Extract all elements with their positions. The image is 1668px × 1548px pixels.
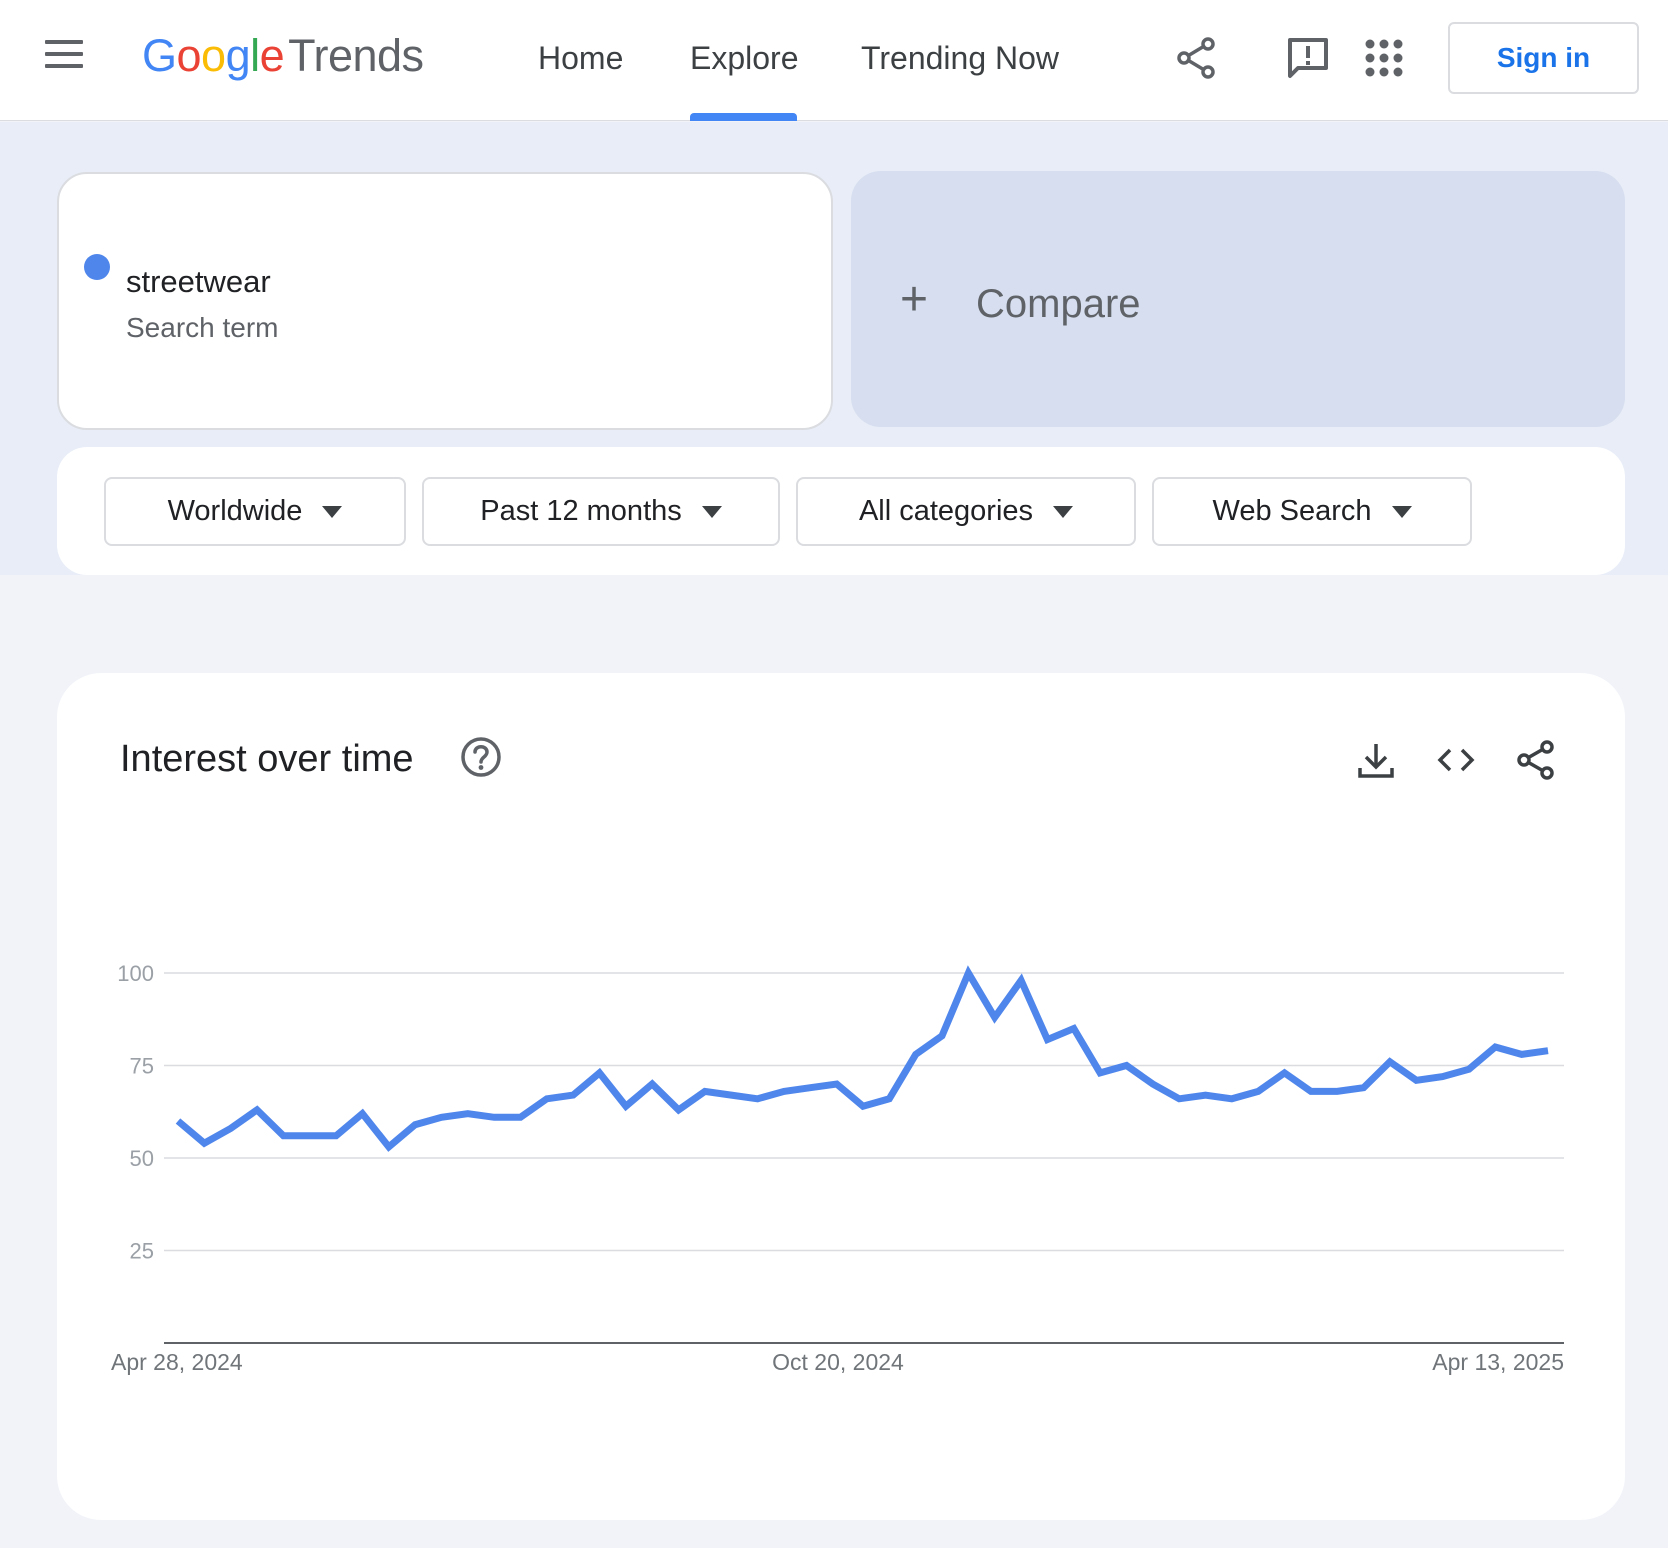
- x-tick-label: Apr 13, 2025: [1432, 1349, 1564, 1375]
- y-tick-label: 75: [130, 1054, 154, 1079]
- series-line-streetwear: [175, 965, 1549, 1152]
- x-tick-label: Apr 28, 2024: [111, 1349, 243, 1375]
- y-tick-label: 25: [130, 1239, 154, 1264]
- y-tick-label: 50: [130, 1146, 154, 1171]
- y-tick-label: 100: [117, 961, 154, 986]
- x-tick-label: Oct 20, 2024: [772, 1349, 904, 1375]
- interest-over-time-chart: 100 75 50 25 Apr 28, 2024 Oct 20, 2024 Apr 13,…: [111, 961, 1564, 1375]
